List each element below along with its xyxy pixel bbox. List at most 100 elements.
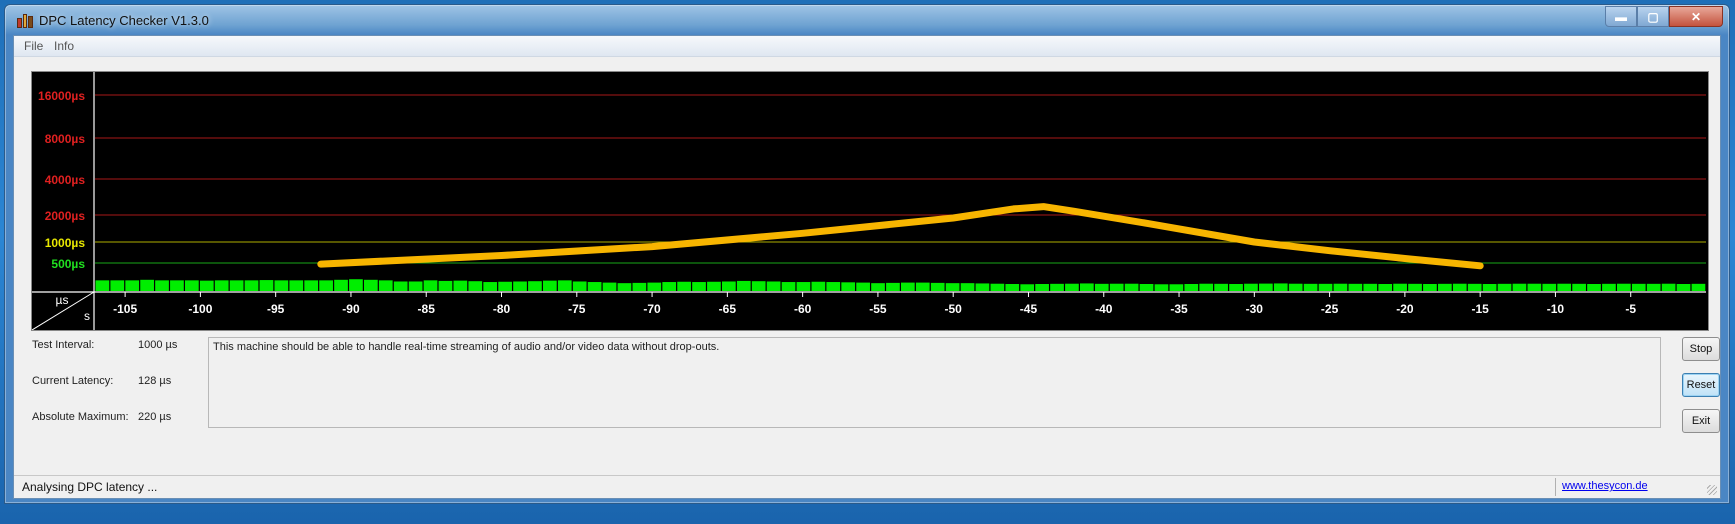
main-window: DPC Latency Checker V1.3.0 ▬ ▢ ✕ File In…	[4, 4, 1730, 504]
latency-bar	[1065, 283, 1079, 291]
x-tick-label: -70	[643, 302, 661, 316]
x-tick-label: -5	[1625, 302, 1636, 316]
exit-button[interactable]: Exit	[1682, 409, 1720, 433]
reset-button[interactable]: Reset	[1682, 373, 1720, 397]
x-tick-label: -95	[267, 302, 285, 316]
latency-bar	[453, 280, 468, 291]
latency-bar	[1259, 283, 1273, 291]
y-tick-label: 8000µs	[45, 132, 86, 146]
latency-bar	[1214, 283, 1228, 291]
latency-bar	[393, 281, 408, 291]
latency-bar	[736, 280, 751, 291]
resize-grip[interactable]	[1707, 485, 1717, 495]
latency-bar	[1512, 283, 1527, 291]
latency-bar	[707, 281, 721, 291]
latency-bar	[1363, 283, 1378, 291]
latency-bar	[587, 282, 602, 291]
latency-bar	[528, 281, 542, 291]
latency-bar	[1318, 283, 1333, 291]
x-tick-label: -45	[1020, 302, 1038, 316]
x-tick-label: -35	[1170, 302, 1188, 316]
latency-bar	[647, 282, 662, 291]
x-tick-label: -80	[493, 302, 511, 316]
x-tick-label: -105	[113, 302, 137, 316]
current-latency-value: 128 µs	[138, 375, 172, 387]
latency-bar	[632, 282, 647, 291]
latency-bar	[1050, 283, 1064, 291]
latency-chart: 16000µs 8000µs 4000µs 2000µs 1000µs 500µs µs s…	[31, 71, 1709, 331]
latency-bar	[1497, 283, 1512, 291]
latency-bar	[229, 280, 244, 291]
annotation-stroke	[317, 203, 1484, 270]
latency-bar	[1080, 283, 1094, 291]
latency-bar	[1288, 283, 1303, 291]
menu-info[interactable]: Info	[54, 39, 74, 53]
x-tick-label: -60	[794, 302, 812, 316]
x-tick-label: -20	[1396, 302, 1414, 316]
latency-bar	[602, 282, 617, 291]
latency-bar	[304, 280, 319, 291]
title-bar[interactable]: DPC Latency Checker V1.3.0 ▬ ▢ ✕	[5, 5, 1729, 35]
latency-bar	[1199, 283, 1214, 291]
status-text: Analysing DPC latency ...	[22, 480, 158, 494]
y-unit-label: µs	[56, 293, 69, 307]
latency-bar	[1169, 284, 1184, 291]
latency-bar	[781, 282, 796, 291]
close-button[interactable]: ✕	[1669, 6, 1723, 27]
latency-bar	[170, 280, 184, 291]
y-tick-label: 2000µs	[45, 209, 86, 223]
latency-bar	[1527, 283, 1542, 291]
client-area: File Info 16000µs 8000µs 4000µs 2000µs 1000µ…	[13, 35, 1721, 499]
latency-bar	[901, 282, 915, 291]
stop-button[interactable]: Stop	[1682, 337, 1720, 361]
latency-bar	[140, 279, 154, 291]
latency-bar	[1631, 283, 1646, 291]
latency-bar	[1378, 284, 1393, 291]
latency-bar	[930, 282, 945, 291]
test-interval-label: Test Interval:	[32, 339, 95, 351]
latency-bar	[244, 280, 259, 291]
latency-bar	[423, 280, 438, 291]
latency-bar	[915, 282, 930, 291]
latency-bar	[259, 280, 274, 291]
latency-bar	[378, 280, 393, 291]
latency-bar	[468, 281, 483, 291]
latency-bar	[1244, 283, 1258, 291]
status-message-box: This machine should be able to handle re…	[208, 337, 1661, 428]
latency-bar	[662, 282, 677, 291]
latency-bar	[811, 281, 826, 291]
latency-bar	[1602, 283, 1616, 291]
latency-bar	[960, 283, 975, 291]
latency-bar	[543, 280, 557, 291]
latency-bar	[617, 283, 632, 291]
x-tick-label: -85	[418, 302, 436, 316]
latency-bar	[796, 282, 811, 291]
latency-bar	[1020, 284, 1035, 291]
latency-bar	[1482, 284, 1497, 291]
latency-bar	[185, 280, 199, 291]
latency-bar	[1035, 284, 1049, 291]
latency-bar	[1572, 283, 1586, 291]
latency-bar	[1154, 284, 1169, 291]
latency-bar	[408, 281, 423, 291]
latency-bar	[1109, 283, 1124, 291]
x-tick-label: -75	[568, 302, 586, 316]
status-bar: Analysing DPC latency ... www.thesycon.d…	[14, 475, 1720, 498]
thesycon-link[interactable]: www.thesycon.de	[1562, 480, 1648, 492]
latency-bar	[826, 282, 841, 291]
latency-bar	[841, 282, 856, 291]
latency-bar	[125, 280, 140, 291]
x-tick-label: -65	[719, 302, 737, 316]
x-tick-label: -90	[342, 302, 360, 316]
latency-bar	[990, 283, 1005, 291]
latency-bar	[334, 279, 348, 291]
latency-bar	[1348, 283, 1363, 291]
maximize-button[interactable]: ▢	[1637, 6, 1669, 27]
latency-bar	[1303, 283, 1318, 291]
menu-file[interactable]: File	[24, 39, 43, 53]
current-latency-label: Current Latency:	[32, 375, 114, 387]
latency-bar	[1184, 284, 1199, 291]
app-icon	[17, 14, 34, 28]
minimize-button[interactable]: ▬	[1605, 6, 1637, 27]
menu-bar: File Info	[14, 36, 1720, 57]
